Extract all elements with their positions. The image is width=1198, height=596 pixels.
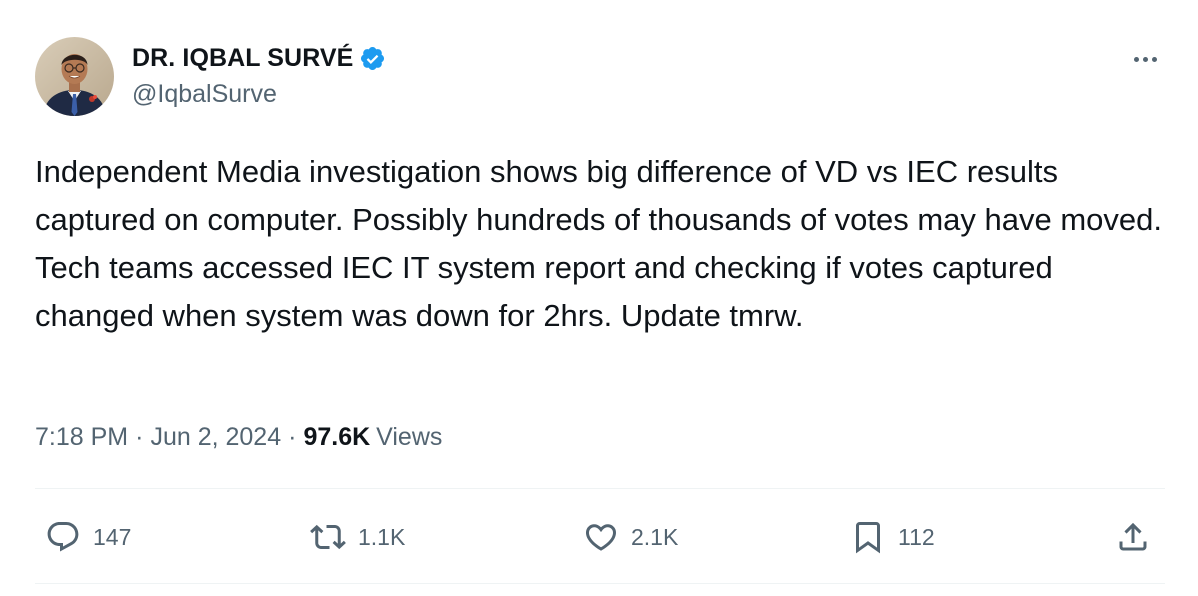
action-bar: 147 1.1K 2.1K 112 [35,512,1165,562]
more-horizontal-icon [1133,56,1139,62]
tweet-card: DR. IQBAL SURVÉ @IqbalSurve Independent … [0,0,1198,596]
reply-count: 147 [93,523,132,550]
avatar[interactable] [35,37,114,116]
share-icon [1119,522,1147,551]
reply-button[interactable]: 147 [45,512,131,562]
repost-count: 1.1K [358,523,406,550]
display-name[interactable]: DR. IQBAL SURVÉ [132,44,353,73]
more-dot [1151,56,1157,62]
tweet-time[interactable]: 7:18 PM [35,423,128,452]
bookmark-icon [856,522,880,554]
share-button[interactable] [1115,512,1151,562]
author-handle[interactable]: @IqbalSurve [132,80,386,109]
author-names: DR. IQBAL SURVÉ @IqbalSurve [132,41,386,109]
heart-icon [585,524,617,551]
more-dot [1142,56,1148,62]
bookmark-count: 112 [898,523,935,550]
meta-separator: · [288,422,297,451]
repost-button[interactable]: 1.1K [310,512,405,562]
views-label: Views [376,422,443,451]
tweet-date[interactable]: Jun 2, 2024 [150,423,281,452]
avatar-image [35,37,114,116]
divider-bottom [35,583,1165,584]
repost-icon [310,524,346,550]
views-count[interactable]: 97.6K [303,423,370,452]
like-count: 2.1K [631,523,679,550]
more-options-button[interactable] [1125,47,1165,71]
tweet-text: Independent Media investigation shows bi… [35,154,1171,333]
display-name-row: DR. IQBAL SURVÉ [132,41,386,75]
divider-top [35,488,1165,489]
like-button[interactable]: 2.1K [583,512,678,562]
verified-badge-icon[interactable] [359,45,386,72]
bookmark-button[interactable]: 112 [850,512,935,562]
tweet-header: DR. IQBAL SURVÉ @IqbalSurve [35,37,1165,119]
reply-icon [47,522,79,552]
meta-separator: · [135,422,144,451]
tweet-meta: 7:18 PM · Jun 2, 2024 · 97.6K Views [35,420,442,454]
